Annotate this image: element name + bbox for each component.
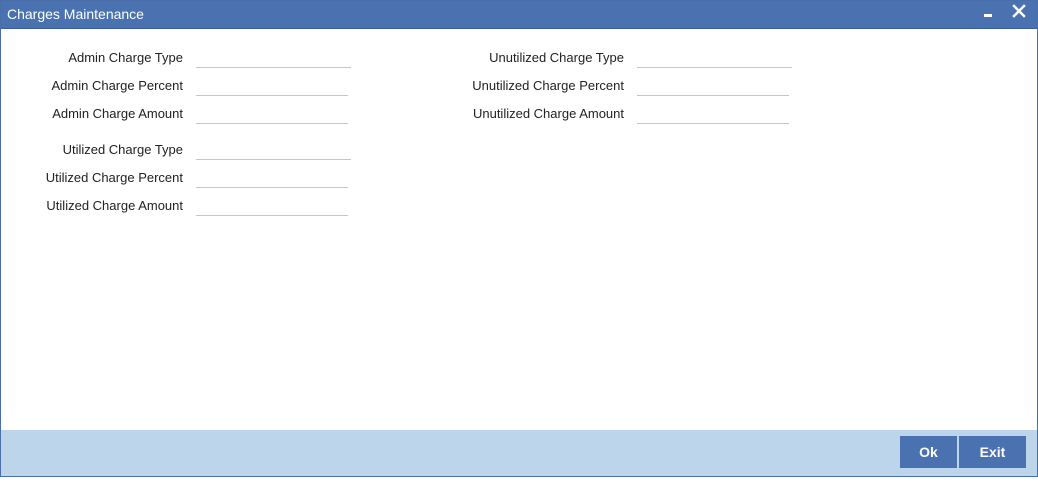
unutilized-charge-type-label: Unutilized Charge Type bbox=[489, 50, 624, 65]
minimize-icon[interactable] bbox=[982, 9, 996, 23]
unutilized-charge-percent-label: Unutilized Charge Percent bbox=[472, 78, 624, 93]
exit-button[interactable]: Exit bbox=[959, 436, 1026, 468]
unutilized-charge-type-field[interactable] bbox=[637, 48, 792, 68]
admin-charge-amount-field[interactable] bbox=[196, 104, 348, 124]
utilized-charge-amount-field[interactable] bbox=[196, 196, 348, 216]
footer-bar: Ok Exit bbox=[1, 430, 1037, 476]
admin-charge-percent-label: Admin Charge Percent bbox=[51, 78, 183, 93]
admin-charge-amount-label: Admin Charge Amount bbox=[52, 106, 183, 121]
title-bar: Charges Maintenance bbox=[1, 1, 1037, 29]
admin-charge-percent-field[interactable] bbox=[196, 76, 348, 96]
window-title: Charges Maintenance bbox=[7, 6, 144, 22]
utilized-charge-percent-field[interactable] bbox=[196, 168, 348, 188]
utilized-charge-type-label: Utilized Charge Type bbox=[62, 142, 183, 157]
charges-maintenance-window: Charges Maintenance Admin Charge Type Ad… bbox=[0, 0, 1038, 477]
unutilized-charge-percent-field[interactable] bbox=[637, 76, 789, 96]
admin-charge-type-label: Admin Charge Type bbox=[68, 50, 183, 65]
unutilized-charge-amount-field[interactable] bbox=[637, 104, 789, 124]
utilized-charge-percent-label: Utilized Charge Percent bbox=[45, 170, 183, 185]
utilized-charge-amount-label: Utilized Charge Amount bbox=[46, 198, 183, 213]
ok-button[interactable]: Ok bbox=[900, 436, 957, 468]
admin-charge-type-field[interactable] bbox=[196, 48, 351, 68]
close-icon[interactable] bbox=[1010, 3, 1028, 21]
unutilized-charge-amount-label: Unutilized Charge Amount bbox=[472, 106, 624, 121]
utilized-charge-type-field[interactable] bbox=[196, 140, 351, 160]
